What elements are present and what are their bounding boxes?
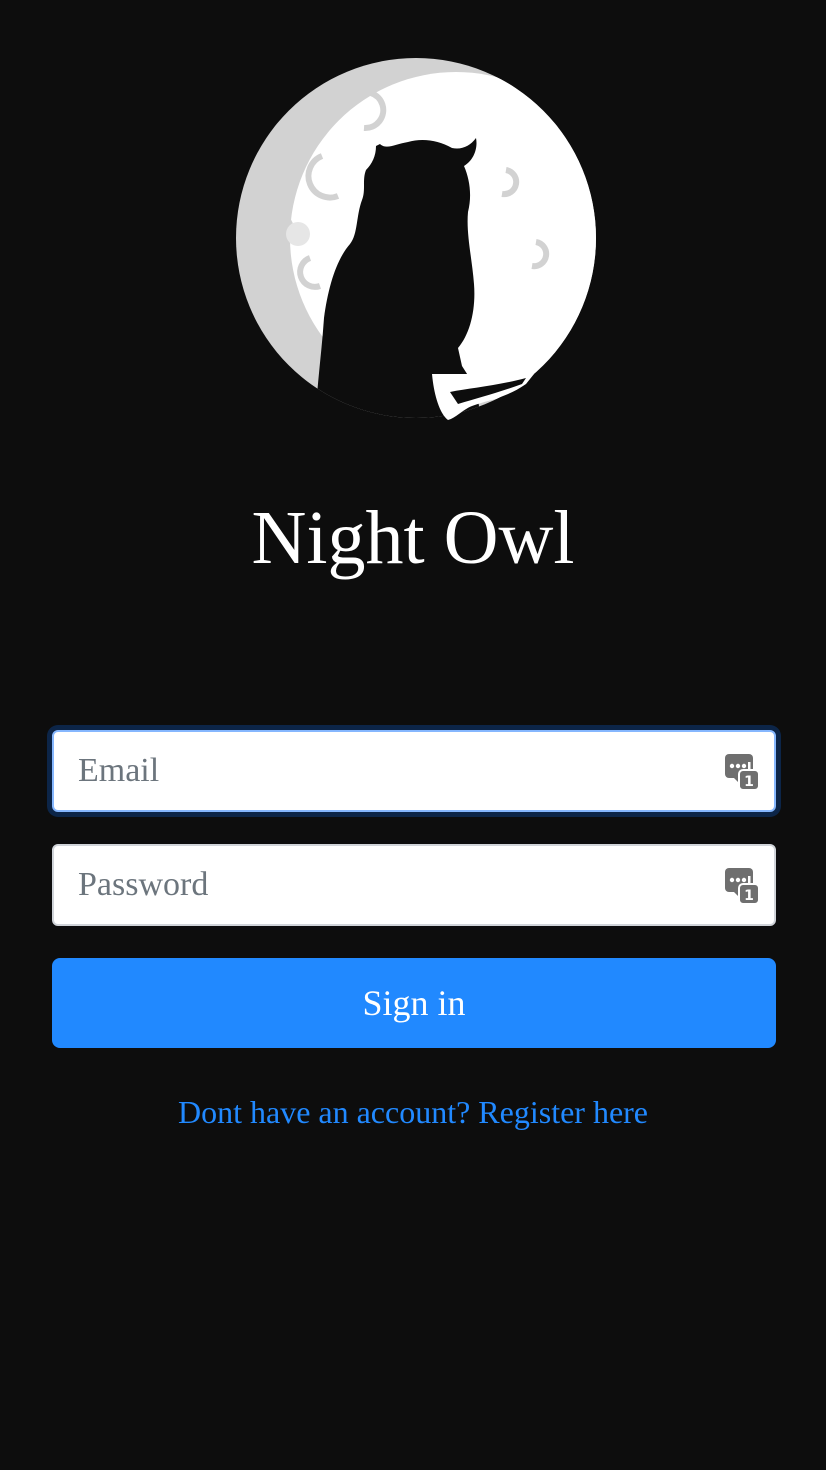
password-manager-icon[interactable]: 1 bbox=[724, 866, 760, 906]
app-title: Night Owl bbox=[251, 496, 575, 580]
login-page: Night Owl 1 1 Sign in D bbox=[0, 0, 826, 1470]
svg-text:1: 1 bbox=[744, 888, 754, 904]
register-link[interactable]: Dont have an account? Register here bbox=[0, 1090, 826, 1134]
password-input[interactable] bbox=[54, 846, 774, 924]
svg-text:1: 1 bbox=[744, 774, 754, 790]
owl-moon-logo bbox=[236, 58, 596, 420]
email-field-wrapper: 1 bbox=[52, 730, 776, 812]
email-input[interactable] bbox=[54, 732, 774, 810]
register-link-label[interactable]: Dont have an account? Register here bbox=[178, 1094, 648, 1130]
password-field-wrapper: 1 bbox=[52, 844, 776, 926]
sign-in-button[interactable]: Sign in bbox=[52, 958, 776, 1048]
password-manager-icon[interactable]: 1 bbox=[724, 752, 760, 792]
